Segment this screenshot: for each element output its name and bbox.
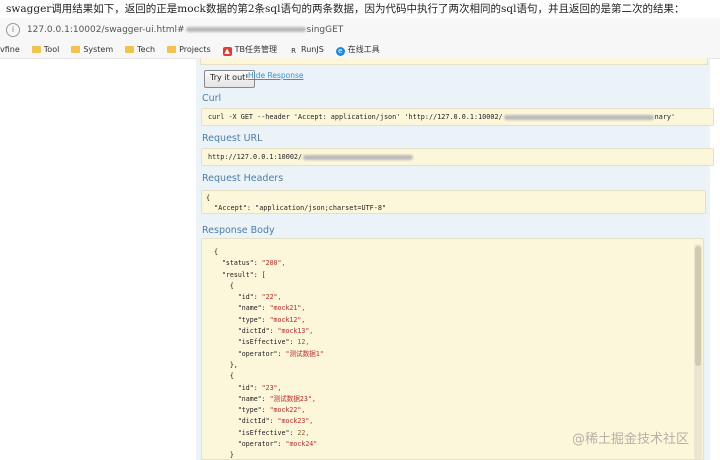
try-it-out-button[interactable]: Try it out! xyxy=(204,70,255,88)
bookmarks-bar: vfine Tool System Tech Projects ▲ TB任务管理 R RunJS… xyxy=(0,42,720,59)
response-body-block: { "status": "200", "result": [ { "id": "… xyxy=(201,238,704,460)
url-suffix: singGET xyxy=(306,25,344,35)
bookmark-label: TB任务管理 xyxy=(234,45,277,54)
scrollbar-thumb[interactable] xyxy=(695,246,701,366)
folder-icon xyxy=(125,46,135,53)
parameters-block-bottom xyxy=(200,58,708,65)
request-url-prefix: http://127.0.0.1:10002/ xyxy=(208,153,303,161)
url-prefix: 127.0.0.1:10002/swagger-ui.html# xyxy=(26,25,185,35)
response-line: "operator": "测试数据1" xyxy=(214,349,324,358)
bookmark-label: Tech xyxy=(137,45,156,54)
response-line: "name": "mock21", xyxy=(214,304,306,313)
headers-accept: "Accept": "application/json;charset=UTF-… xyxy=(206,204,387,212)
response-line: { xyxy=(214,248,218,256)
bookmark-item[interactable]: Tech xyxy=(125,42,155,58)
folder-icon xyxy=(71,46,81,53)
response-line: "dictId": "mock13", xyxy=(214,327,314,336)
bookmark-label: 在线工具 xyxy=(347,45,380,54)
bookmark-label: RunJS xyxy=(301,45,324,54)
globe-icon: e xyxy=(335,47,345,56)
response-line: "type": "mock12", xyxy=(214,315,306,324)
bookmark-item[interactable]: R RunJS xyxy=(289,42,324,58)
bookmark-item[interactable]: Tool xyxy=(31,42,60,58)
curl-suffix: nary' xyxy=(654,113,676,121)
bookmark-label: System xyxy=(83,45,114,54)
request-headers-block: { "Accept": "application/json;charset=UT… xyxy=(201,190,706,214)
response-line: { xyxy=(214,281,234,290)
curl-block: curl -X GET --header 'Accept: applicatio… xyxy=(201,108,714,126)
response-line: } xyxy=(214,451,234,460)
response-line: "dictId": "mock23", xyxy=(214,417,314,426)
bookmark-item[interactable]: vfine xyxy=(0,42,20,58)
response-line: "id": "22", xyxy=(214,293,282,302)
blurred-url-segment xyxy=(185,27,306,32)
blurred-curl-segment xyxy=(503,114,654,120)
folder-icon xyxy=(167,46,177,53)
response-body-heading: Response Body xyxy=(202,225,275,236)
url-text[interactable]: 127.0.0.1:10002/swagger-ui.html# singGET xyxy=(27,25,343,35)
bookmark-label: vfine xyxy=(0,45,20,54)
response-line: "status": "200", xyxy=(214,259,286,268)
folder-icon xyxy=(31,46,41,53)
bookmark-item[interactable]: e 在线工具 xyxy=(335,42,380,58)
info-icon[interactable]: i xyxy=(6,22,20,37)
bookmark-label: Projects xyxy=(179,45,211,54)
r-icon: R xyxy=(291,47,296,55)
address-bar[interactable]: i 127.0.0.1:10002/swagger-ui.html# singGE… xyxy=(0,18,720,43)
curl-prefix: curl -X GET --header 'Accept: applicatio… xyxy=(208,113,503,121)
response-line: "name": "测试数据23", xyxy=(214,394,316,403)
response-line: "result": [ xyxy=(214,270,266,279)
response-line: "id": "23", xyxy=(214,383,282,392)
tb-icon: ▲ xyxy=(222,47,232,56)
request-url-block: http://127.0.0.1:10002/ xyxy=(201,148,714,166)
article-caption: swagger调用结果如下，返回的正是mock数据的第2条sql语句的两条数据，… xyxy=(6,3,685,15)
request-headers-heading: Request Headers xyxy=(202,173,284,184)
response-line: }, xyxy=(214,360,238,369)
bookmark-item[interactable]: System xyxy=(71,42,113,58)
bookmark-item[interactable]: Projects xyxy=(167,42,211,58)
watermark: @稀土掘金技术社区 xyxy=(572,432,690,447)
blurred-request-url xyxy=(303,154,414,160)
response-line: "isEffective": 12, xyxy=(214,338,310,347)
bookmark-item[interactable]: ▲ TB任务管理 xyxy=(222,42,277,58)
response-line: { xyxy=(214,372,234,381)
curl-heading: Curl xyxy=(202,93,222,104)
headers-open: { xyxy=(206,194,211,202)
request-url-heading: Request URL xyxy=(202,133,263,144)
response-line: "type": "mock22", xyxy=(214,406,306,415)
response-scrollbar[interactable] xyxy=(694,244,702,460)
headers-close: } xyxy=(206,213,705,214)
hide-response-link[interactable]: Hide Response xyxy=(248,70,304,82)
bookmark-label: Tool xyxy=(43,45,60,54)
